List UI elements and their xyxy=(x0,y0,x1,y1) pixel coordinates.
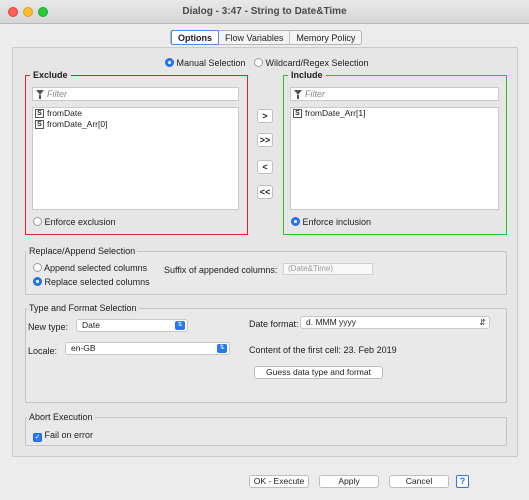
suffix-label: Suffix of appended columns: xyxy=(164,265,278,275)
add-button[interactable]: > xyxy=(257,109,273,123)
add-all-button[interactable]: >> xyxy=(257,133,273,147)
column-name: fromDate xyxy=(47,108,82,118)
tab-flow-variables[interactable]: Flow Variables xyxy=(219,31,291,44)
replace-append-title: Replace/Append Selection xyxy=(27,246,138,256)
list-item[interactable]: S fromDate_Arr[1] xyxy=(291,108,498,119)
enforce-inclusion-radio[interactable] xyxy=(291,217,300,226)
suffix-input[interactable]: (Date&Time) xyxy=(283,263,373,275)
include-column-list[interactable]: S fromDate_Arr[1] xyxy=(290,107,499,210)
enforce-inclusion-option[interactable]: Enforce inclusion xyxy=(291,217,371,227)
ok-execute-button[interactable]: OK - Execute xyxy=(249,475,309,488)
cancel-button[interactable]: Cancel xyxy=(389,475,449,488)
fail-on-error-option[interactable]: ✓ Fail on error xyxy=(33,430,93,442)
manual-selection-option[interactable]: Manual Selection xyxy=(165,58,246,68)
window-title: Dialog - 3:47 - String to Date&Time xyxy=(182,6,347,17)
tab-options[interactable]: Options xyxy=(171,30,219,45)
replace-columns-label: Replace selected columns xyxy=(44,277,150,287)
new-type-dropdown[interactable]: Date ⇅ xyxy=(76,319,188,332)
replace-columns-option[interactable]: Replace selected columns xyxy=(33,277,150,287)
wildcard-selection-option[interactable]: Wildcard/Regex Selection xyxy=(254,58,369,68)
exclude-column-list[interactable]: S fromDate S fromDate_Arr[0] xyxy=(32,107,239,210)
wildcard-selection-radio[interactable] xyxy=(254,58,263,67)
enforce-exclusion-label: Enforce exclusion xyxy=(44,217,116,227)
column-name: fromDate_Arr[1] xyxy=(305,108,366,118)
append-columns-radio[interactable] xyxy=(33,263,42,272)
date-format-label: Date format: xyxy=(249,319,299,329)
include-filter-input[interactable]: Filter xyxy=(290,87,499,101)
string-type-icon: S xyxy=(35,120,44,129)
column-name: fromDate_Arr[0] xyxy=(47,119,108,129)
date-format-combo[interactable]: d. MMM yyyy ⇵ xyxy=(300,316,490,329)
tab-memory-policy[interactable]: Memory Policy xyxy=(290,31,361,44)
manual-selection-radio[interactable] xyxy=(165,58,174,67)
locale-dropdown[interactable]: en-GB ⇅ xyxy=(65,342,230,355)
checkmark-icon[interactable]: ✓ xyxy=(33,433,42,442)
remove-button[interactable]: < xyxy=(257,160,273,174)
chevron-updown-icon: ⇅ xyxy=(217,344,227,353)
type-format-title: Type and Format Selection xyxy=(27,303,139,313)
string-type-icon: S xyxy=(293,109,302,118)
funnel-icon xyxy=(36,90,44,99)
enforce-exclusion-radio[interactable] xyxy=(33,217,42,226)
apply-button[interactable]: Apply xyxy=(319,475,379,488)
fail-on-error-label: Fail on error xyxy=(44,430,94,440)
new-type-value: Date xyxy=(82,320,100,330)
help-icon[interactable]: ? xyxy=(456,475,469,488)
manual-selection-label: Manual Selection xyxy=(176,58,246,68)
include-title: Include xyxy=(288,70,326,80)
replace-columns-radio[interactable] xyxy=(33,277,42,286)
tab-bar: Options Flow Variables Memory Policy xyxy=(170,30,363,45)
abort-execution-section xyxy=(25,417,507,446)
exclude-title: Exclude xyxy=(30,70,71,80)
first-cell-content: Content of the first cell: 23. Feb 2019 xyxy=(249,345,397,355)
exclude-filter-input[interactable]: Filter xyxy=(32,87,239,101)
list-item[interactable]: S fromDate_Arr[0] xyxy=(33,119,238,130)
funnel-icon xyxy=(294,90,302,99)
list-item[interactable]: S fromDate xyxy=(33,108,238,119)
guess-type-format-button[interactable]: Guess data type and format xyxy=(254,366,383,379)
abort-execution-title: Abort Execution xyxy=(27,412,95,422)
chevron-updown-icon: ⇵ xyxy=(479,318,486,327)
chevron-updown-icon: ⇅ xyxy=(175,321,185,330)
string-type-icon: S xyxy=(35,109,44,118)
append-columns-label: Append selected columns xyxy=(44,263,148,273)
append-columns-option[interactable]: Append selected columns xyxy=(33,263,147,273)
wildcard-selection-label: Wildcard/Regex Selection xyxy=(265,58,369,68)
date-format-value: d. MMM yyyy xyxy=(306,317,357,327)
locale-label: Locale: xyxy=(28,346,58,356)
locale-value: en-GB xyxy=(71,343,96,353)
remove-all-button[interactable]: << xyxy=(257,185,273,199)
new-type-label: New type: xyxy=(28,322,69,332)
enforce-exclusion-option[interactable]: Enforce exclusion xyxy=(33,217,116,227)
enforce-inclusion-label: Enforce inclusion xyxy=(302,217,372,227)
